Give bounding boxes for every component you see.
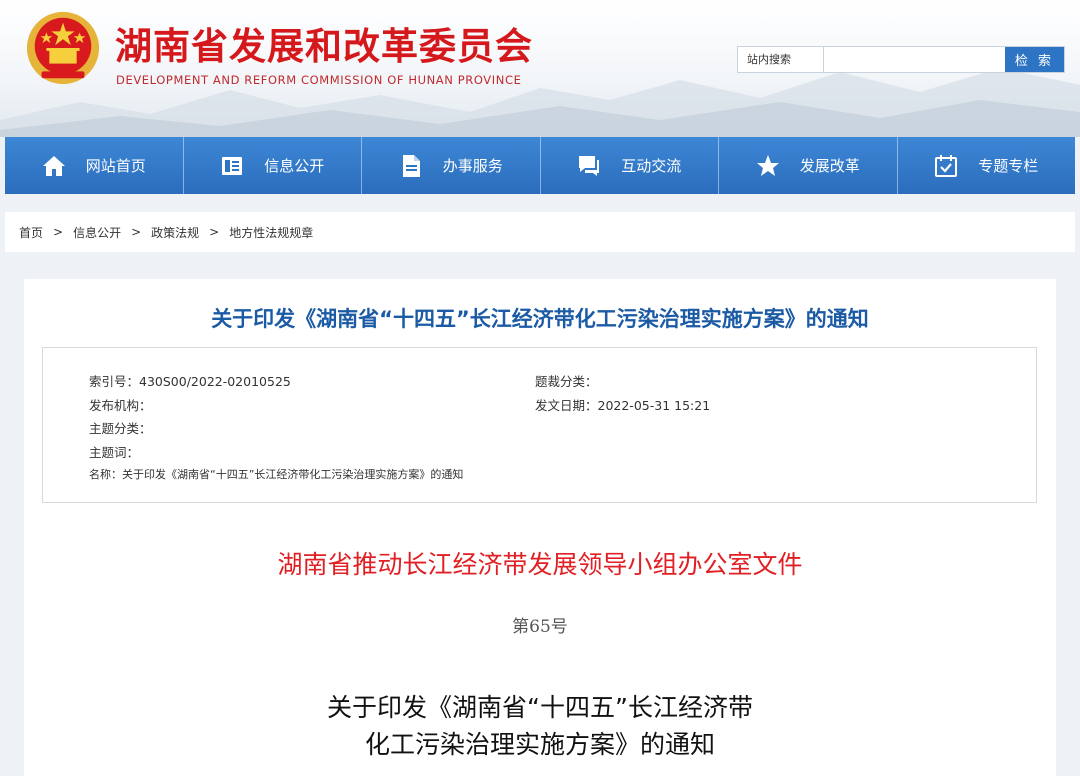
nav-item-home[interactable]: 网站首页: [5, 137, 184, 194]
breadcrumb-item-policy-regulations[interactable]: 政策法规: [151, 224, 199, 241]
meta-index-number: 索引号：430S00/2022-02010525: [89, 374, 291, 389]
home-icon: [42, 155, 65, 176]
breadcrumb-item-home[interactable]: 首页: [19, 224, 43, 241]
nav-item-label: 信息公开: [264, 157, 325, 175]
nav-item-special-topics[interactable]: 专题专栏: [898, 137, 1076, 194]
chat-icon: [579, 155, 600, 176]
nav-item-info-disclosure[interactable]: 信息公开: [184, 137, 362, 194]
search-box: 站内搜索 检 索: [737, 46, 1065, 73]
nav-item-label: 专题专栏: [978, 157, 1039, 175]
national-emblem-icon: [26, 11, 100, 85]
star-icon: [756, 154, 779, 176]
article-meta-box: 索引号：430S00/2022-02010525 题裁分类： 发布机构： 发文日…: [42, 347, 1037, 503]
document-issuer: 湖南省推动长江经济带发展领导小组办公室文件: [277, 550, 803, 579]
meta-date: 发文日期：2022-05-31 15:21: [535, 398, 711, 413]
article-title: 关于印发《湖南省“十四五”长江经济带化工污染治理实施方案》的通知: [211, 307, 869, 331]
file-icon: [402, 154, 420, 177]
breadcrumb: 首页 > 信息公开 > 政策法规 > 地方性法规规章: [5, 212, 1075, 252]
search-label: 站内搜索: [738, 47, 824, 72]
nav-item-label: 网站首页: [85, 157, 146, 175]
breadcrumb-separator: >: [53, 225, 64, 239]
nav-item-label: 互动交流: [621, 157, 682, 175]
document-title-line-1: 关于印发《湖南省“十四五”长江经济带: [327, 693, 753, 722]
meta-name: 名称：关于印发《湖南省“十四五”长江经济带化工污染治理实施方案》的通知: [89, 468, 464, 481]
nav-item-development-reform[interactable]: 发展改革: [719, 137, 898, 194]
document-number: 第65号: [512, 617, 568, 637]
breadcrumb-item-local-regulations[interactable]: 地方性法规规章: [229, 224, 313, 241]
nav-item-label: 办事服务: [442, 157, 503, 175]
search-button[interactable]: 检 索: [1005, 47, 1064, 72]
breadcrumb-item-info-disclosure[interactable]: 信息公开: [73, 224, 121, 241]
nav-item-label: 发展改革: [799, 157, 860, 175]
meta-topic: 主题分类：: [89, 421, 152, 436]
site-subtitle: DEVELOPMENT AND REFORM COMMISSION OF HUN…: [116, 73, 522, 87]
site-title: 湖南省发展和改革委员会: [115, 25, 533, 68]
document-title: 关于印发《湖南省“十四五”长江经济带 化工污染治理实施方案》的通知: [24, 689, 1056, 763]
search-input[interactable]: [824, 47, 1005, 72]
meta-keywords: 主题词：: [89, 445, 140, 460]
nav-item-interaction[interactable]: 互动交流: [541, 137, 719, 194]
main-nav: 网站首页 信息公开 办事服务 互动交流 发展改革 专题专栏: [5, 137, 1075, 194]
site-header: 湖南省发展和改革委员会 DEVELOPMENT AND REFORM COMMI…: [0, 0, 1080, 137]
document-title-line-2: 化工污染治理实施方案》的通知: [364, 730, 715, 759]
calendar-check-icon: [935, 154, 958, 177]
document-list-icon: [222, 156, 243, 175]
breadcrumb-separator: >: [131, 225, 142, 239]
meta-genre: 题裁分类：: [535, 374, 598, 389]
breadcrumb-separator: >: [209, 225, 220, 239]
nav-item-services[interactable]: 办事服务: [362, 137, 541, 194]
meta-publisher: 发布机构：: [89, 398, 152, 413]
article-panel: 关于印发《湖南省“十四五”长江经济带化工污染治理实施方案》的通知 索引号：430…: [24, 279, 1056, 776]
